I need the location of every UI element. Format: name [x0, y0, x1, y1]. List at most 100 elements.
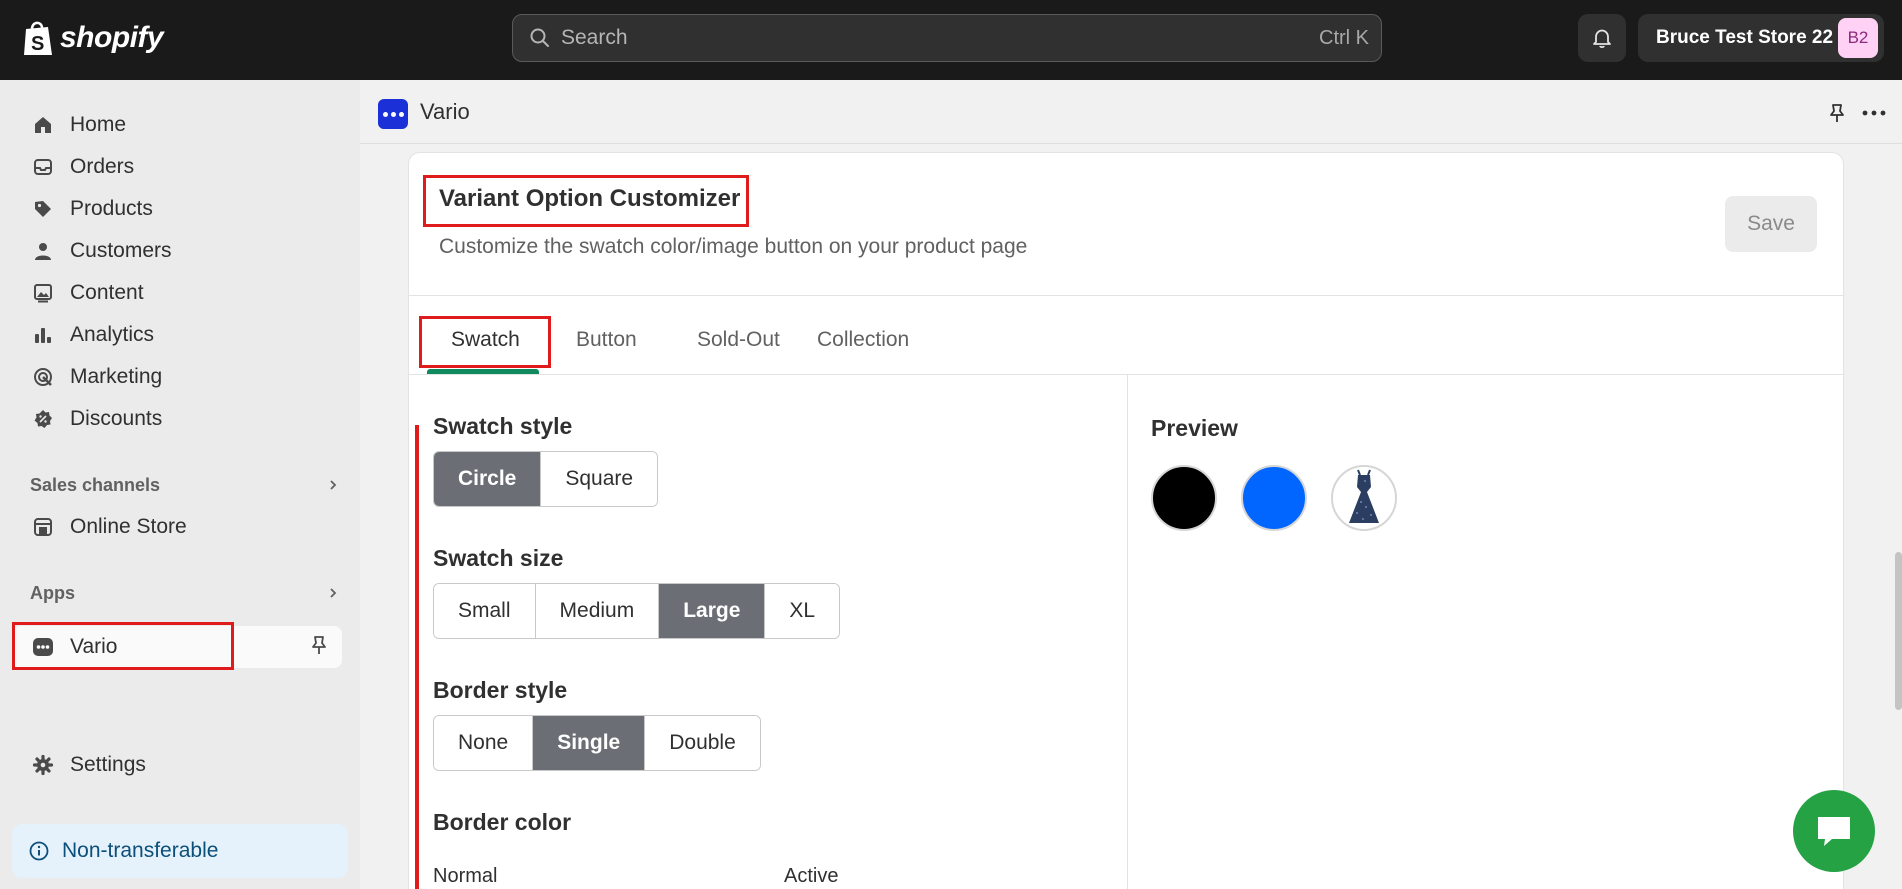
- swatch-size-medium-button[interactable]: Medium: [535, 584, 660, 638]
- sidebar: Home Orders Products Customers Content A…: [0, 80, 360, 889]
- sidebar-item-label: Settings: [70, 753, 146, 776]
- avatar: B2: [1838, 18, 1878, 58]
- swatch-size-group: Small Medium Large XL: [433, 583, 841, 639]
- border-color-normal-label: Normal: [433, 865, 498, 887]
- sidebar-item-content[interactable]: Content: [12, 274, 342, 312]
- tab-collection[interactable]: Collection: [817, 315, 909, 365]
- main-area: Vario Variant Option Customizer Customiz…: [360, 80, 1902, 889]
- discount-icon: [34, 410, 52, 428]
- chat-button[interactable]: [1793, 790, 1875, 872]
- vario-app-icon: [378, 99, 408, 129]
- sales-channels-label: Sales channels: [30, 474, 161, 495]
- sidebar-item-customers[interactable]: Customers: [12, 232, 342, 270]
- sidebar-item-label: Customers: [70, 239, 172, 262]
- apps-label: Apps: [30, 582, 75, 603]
- sidebar-item-products[interactable]: Products: [12, 190, 342, 228]
- app-title-bar: Vario: [360, 80, 1902, 144]
- search-icon: [530, 28, 549, 47]
- sidebar-item-label: Products: [70, 197, 153, 220]
- app-dots-icon: [33, 638, 53, 656]
- swatch-style-label: Swatch style: [433, 413, 573, 439]
- bell-icon: [1593, 29, 1611, 49]
- svg-text:S: S: [31, 33, 44, 55]
- border-color-label: Border color: [433, 809, 572, 835]
- preview-swatch-black[interactable]: [1151, 465, 1217, 531]
- sidebar-item-marketing[interactable]: Marketing: [12, 358, 342, 396]
- border-style-double-button[interactable]: Double: [645, 716, 760, 770]
- sidebar-item-vario[interactable]: Vario: [12, 626, 342, 668]
- apps-header[interactable]: Apps: [30, 578, 340, 608]
- sidebar-item-label: Discounts: [70, 407, 163, 430]
- pin-icon[interactable]: [1826, 102, 1848, 124]
- border-style-single-button[interactable]: Single: [533, 716, 646, 770]
- page-title: Variant Option Customizer: [439, 185, 741, 212]
- divider: [409, 295, 1843, 296]
- info-icon: [29, 841, 49, 861]
- swatch-size-large-button[interactable]: Large: [659, 584, 766, 638]
- gear-icon: [32, 754, 54, 776]
- search-bar[interactable]: Ctrl K: [512, 14, 1382, 62]
- chat-bubble-icon: [1818, 817, 1850, 846]
- sidebar-item-label: Online Store: [70, 515, 187, 538]
- app-name: Vario: [420, 99, 470, 124]
- tab-swatch[interactable]: Swatch: [451, 315, 520, 365]
- dress-image-icon: [1349, 469, 1379, 523]
- border-color-active-label: Active: [784, 865, 839, 887]
- person-icon: [35, 243, 51, 260]
- search-input[interactable]: [561, 26, 1319, 50]
- preview-swatch-dress-image[interactable]: [1331, 465, 1397, 531]
- more-actions-icon[interactable]: [1860, 102, 1888, 124]
- sidebar-item-label: Analytics: [70, 323, 155, 346]
- customizer-card: Variant Option Customizer Customize the …: [408, 152, 1844, 889]
- preview-title: Preview: [1151, 415, 1238, 441]
- sidebar-item-analytics[interactable]: Analytics: [12, 316, 342, 354]
- sidebar-item-online-store[interactable]: Online Store: [12, 508, 342, 546]
- border-style-none-button[interactable]: None: [434, 716, 534, 770]
- swatch-style-group: Circle Square: [433, 451, 659, 507]
- border-style-label: Border style: [433, 677, 568, 703]
- column-divider: [1127, 375, 1128, 889]
- swatch-style-square-button[interactable]: Square: [541, 452, 658, 506]
- swatch-size-small-button[interactable]: Small: [434, 584, 536, 638]
- sidebar-item-settings[interactable]: Settings: [12, 746, 342, 784]
- border-style-group: None Single Double: [433, 715, 761, 771]
- home-icon: [35, 117, 51, 133]
- save-button[interactable]: Save: [1725, 196, 1817, 252]
- tab-button[interactable]: Button: [576, 315, 637, 365]
- sidebar-item-orders[interactable]: Orders: [12, 148, 342, 186]
- store-icon: [34, 518, 52, 536]
- tab-sold-out[interactable]: Sold-Out: [697, 315, 780, 365]
- chevron-right-icon: [330, 588, 337, 598]
- scrollbar[interactable]: [1895, 552, 1902, 710]
- sidebar-item-label: Home: [70, 113, 127, 136]
- swatch-size-label: Swatch size: [433, 545, 564, 571]
- brand-name: shopify: [60, 21, 164, 54]
- shopify-bag-icon: S: [24, 21, 52, 55]
- annotation-line: [415, 425, 419, 889]
- sidebar-item-label: Marketing: [70, 365, 163, 388]
- preview-swatch-blue[interactable]: [1241, 465, 1307, 531]
- image-icon: [34, 284, 52, 303]
- sidebar-item-label: Orders: [70, 155, 135, 178]
- store-menu-button[interactable]: Bruce Test Store 22 B2: [1638, 14, 1884, 62]
- sidebar-item-discounts[interactable]: Discounts: [12, 400, 342, 438]
- shopify-logo[interactable]: S shopify: [22, 18, 164, 58]
- store-name: Bruce Test Store 22: [1656, 27, 1834, 48]
- swatch-style-circle-button[interactable]: Circle: [434, 452, 542, 506]
- bar-chart-icon: [35, 328, 51, 343]
- non-transferable-label: Non-transferable: [62, 839, 219, 862]
- sales-channels-header[interactable]: Sales channels: [30, 470, 340, 500]
- target-icon: [34, 368, 52, 386]
- chevron-right-icon: [330, 480, 337, 490]
- inbox-icon: [34, 159, 52, 175]
- pin-icon[interactable]: [308, 634, 330, 656]
- top-bar: S shopify Ctrl K Bruce Test Store 22 B2: [0, 0, 1902, 80]
- search-shortcut: Ctrl K: [1319, 26, 1369, 49]
- page-subtitle: Customize the swatch color/image button …: [439, 235, 1028, 258]
- swatch-size-xl-button[interactable]: XL: [765, 584, 840, 638]
- notifications-button[interactable]: [1578, 14, 1626, 62]
- tag-icon: [35, 201, 51, 217]
- sidebar-item-label: Vario: [70, 635, 118, 658]
- non-transferable-banner[interactable]: Non-transferable: [12, 824, 348, 878]
- sidebar-item-home[interactable]: Home: [12, 106, 342, 144]
